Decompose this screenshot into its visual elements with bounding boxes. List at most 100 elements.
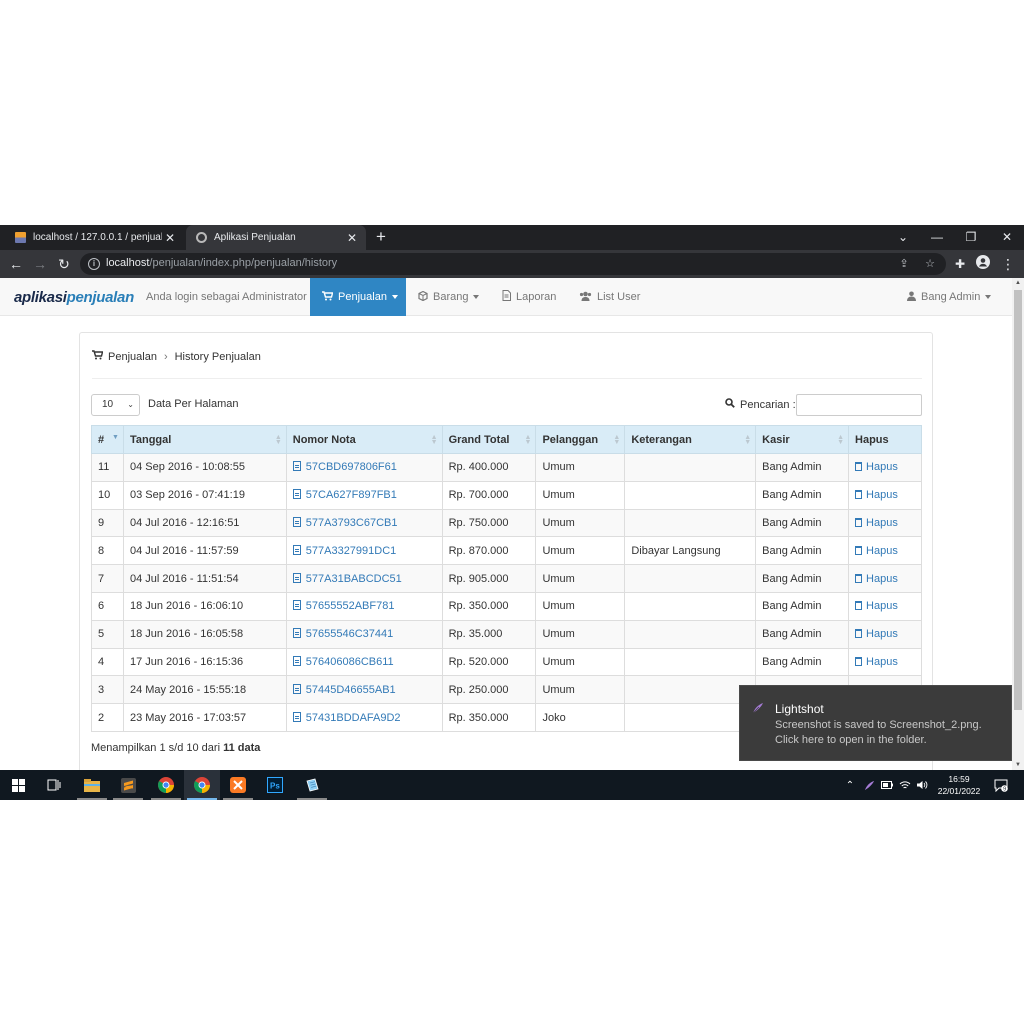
cell-hapus[interactable]: Hapus xyxy=(848,647,922,677)
col-header-tanggal[interactable]: Tanggal ▲ ▼ xyxy=(122,425,287,454)
close-window-icon[interactable]: ✕ xyxy=(990,225,1024,250)
sort-icon: ▲ ▼ xyxy=(274,434,282,446)
new-tab-plus-icon[interactable]: + xyxy=(372,228,390,246)
nota-link[interactable]: 577A3793C67CB1 xyxy=(306,517,398,529)
notifications-icon[interactable]: 9 xyxy=(990,770,1012,800)
browser-menu-icon[interactable]: ⋮ xyxy=(998,254,1018,274)
col-header-pelanggan[interactable]: Pelanggan ▲ ▼ xyxy=(535,425,626,454)
tab-phpmyadmin[interactable]: localhost / 127.0.0.1 / penjualan_ ✕ xyxy=(6,225,184,250)
task-view-icon[interactable] xyxy=(36,770,72,800)
nota-link[interactable]: 57655546C37441 xyxy=(306,628,393,640)
forward-arrow-icon[interactable]: → xyxy=(30,254,50,274)
hapus-link[interactable]: Hapus xyxy=(866,489,898,501)
chrome-icon[interactable] xyxy=(148,770,184,800)
chevron-down-icon: ⌄ xyxy=(127,400,134,409)
reload-icon[interactable]: ↻ xyxy=(54,254,74,274)
cell-hapus[interactable]: Hapus xyxy=(848,453,922,482)
nav-laporan[interactable]: Laporan xyxy=(490,278,568,316)
bookmark-star-icon[interactable]: ☆ xyxy=(922,256,938,272)
nota-link[interactable]: 57445D46655AB1 xyxy=(306,684,396,696)
nota-link[interactable]: 57CBD697806F61 xyxy=(306,461,397,473)
cell-nomor-nota[interactable]: 577A3327991DC1 xyxy=(285,536,443,566)
nota-link[interactable]: 577A31BABCDC51 xyxy=(306,573,402,585)
sublime-text-icon[interactable] xyxy=(110,770,146,800)
nav-label: Barang xyxy=(433,291,469,303)
show-hidden-icons-chevron-icon[interactable]: ⌃ xyxy=(843,770,857,800)
page-scrollbar[interactable]: ▲ ▼ xyxy=(1012,278,1024,770)
cell-no: 2 xyxy=(91,703,124,732)
hapus-link[interactable]: Hapus xyxy=(866,517,898,529)
tab-search-chevron-icon[interactable]: ⌄ xyxy=(886,225,920,250)
cell-nomor-nota[interactable]: 57655546C37441 xyxy=(285,619,443,649)
back-arrow-icon[interactable]: ← xyxy=(6,254,26,274)
col-header-no[interactable]: # ▼ xyxy=(91,425,124,454)
taskbar-clock[interactable]: 16:59 22/01/2022 xyxy=(930,773,988,797)
hapus-link[interactable]: Hapus xyxy=(866,545,898,557)
battery-icon[interactable] xyxy=(879,770,895,800)
nota-link[interactable]: 57655552ABF781 xyxy=(306,600,395,612)
trash-icon xyxy=(855,462,863,472)
cell-nomor-nota[interactable]: 57CBD697806F61 xyxy=(285,453,443,482)
nota-link[interactable]: 57CA627F897FB1 xyxy=(306,489,397,501)
cell-nomor-nota[interactable]: 57445D46655AB1 xyxy=(285,675,443,705)
share-icon[interactable]: ⇪ xyxy=(896,256,912,272)
volume-icon[interactable] xyxy=(914,770,930,800)
col-header-kasir[interactable]: Kasir ▲ ▼ xyxy=(755,425,850,454)
scroll-up-icon[interactable]: ▲ xyxy=(1012,278,1024,288)
user-menu-dropdown[interactable]: Bang Admin xyxy=(895,278,1003,316)
hapus-link[interactable]: Hapus xyxy=(866,573,898,585)
nav-barang[interactable]: Barang xyxy=(406,278,491,316)
tab-title: Aplikasi Penjualan xyxy=(214,232,296,243)
nota-link[interactable]: 576406086CB611 xyxy=(306,656,394,668)
col-header-nomor-nota[interactable]: Nomor Nota ▲ ▼ xyxy=(285,425,443,454)
app-brand-logo[interactable]: aplikasipenjualan xyxy=(14,289,134,306)
file-explorer-icon[interactable] xyxy=(74,770,110,800)
photoshop-icon[interactable]: Ps xyxy=(257,770,293,800)
cell-hapus[interactable]: Hapus xyxy=(848,591,922,621)
per-page-select[interactable]: 10 ⌄ xyxy=(91,394,140,416)
wifi-icon[interactable] xyxy=(897,770,913,800)
cell-nomor-nota[interactable]: 57CA627F897FB1 xyxy=(285,480,443,510)
cell-hapus[interactable]: Hapus xyxy=(848,508,922,538)
nota-link[interactable]: 577A3327991DC1 xyxy=(306,545,397,557)
nav-penjualan[interactable]: Penjualan xyxy=(310,278,406,316)
hapus-link[interactable]: Hapus xyxy=(866,461,898,473)
cell-hapus[interactable]: Hapus xyxy=(848,536,922,566)
col-header-grand-total[interactable]: Grand Total ▲ ▼ xyxy=(441,425,537,454)
close-tab-icon[interactable]: ✕ xyxy=(344,231,360,245)
windows-start-icon[interactable] xyxy=(0,770,36,800)
address-bar[interactable]: i localhost/penjualan/index.php/penjuala… xyxy=(80,253,946,275)
cell-tanggal: 17 Jun 2016 - 16:15:36 xyxy=(122,647,287,677)
cell-nomor-nota[interactable]: 57655552ABF781 xyxy=(285,591,443,621)
cell-nomor-nota[interactable]: 576406086CB611 xyxy=(285,647,443,677)
sort-icon: ▲ ▼ xyxy=(524,434,532,446)
chrome-active-icon[interactable] xyxy=(184,770,220,800)
restore-icon[interactable]: ❐ xyxy=(954,225,988,250)
hapus-link[interactable]: Hapus xyxy=(866,600,898,612)
minimize-icon[interactable]: — xyxy=(920,225,954,250)
profile-avatar-icon[interactable] xyxy=(973,254,993,274)
cell-hapus[interactable]: Hapus xyxy=(848,480,922,510)
tab-aplikasi-penjualan[interactable]: Aplikasi Penjualan ✕ xyxy=(186,225,366,250)
site-info-icon[interactable]: i xyxy=(88,258,100,270)
hapus-link[interactable]: Hapus xyxy=(866,628,898,640)
hapus-link[interactable]: Hapus xyxy=(866,656,898,668)
scrollbar-thumb[interactable] xyxy=(1014,290,1022,710)
scroll-down-icon[interactable]: ▼ xyxy=(1012,760,1024,770)
nota-link[interactable]: 57431BDDAFA9D2 xyxy=(306,712,401,724)
search-input[interactable] xyxy=(796,394,922,416)
cell-hapus[interactable]: Hapus xyxy=(848,564,922,593)
nav-list-user[interactable]: List User xyxy=(567,278,652,316)
cell-nomor-nota[interactable]: 577A3793C67CB1 xyxy=(285,508,443,538)
breadcrumb-root[interactable]: Penjualan xyxy=(108,351,157,363)
extensions-puzzle-icon[interactable]: ✚ xyxy=(950,254,970,274)
cell-nomor-nota[interactable]: 57431BDDAFA9D2 xyxy=(285,703,443,732)
lightshot-tray-icon[interactable] xyxy=(860,770,878,800)
col-header-keterangan[interactable]: Keterangan ▲ ▼ xyxy=(624,425,757,454)
close-tab-icon[interactable]: ✕ xyxy=(162,231,178,245)
notepad-icon[interactable] xyxy=(294,770,330,800)
lightshot-notification[interactable]: Lightshot Screenshot is saved to Screens… xyxy=(739,685,1012,761)
cell-hapus[interactable]: Hapus xyxy=(848,619,922,649)
xampp-icon[interactable] xyxy=(220,770,256,800)
cell-nomor-nota[interactable]: 577A31BABCDC51 xyxy=(285,564,443,593)
